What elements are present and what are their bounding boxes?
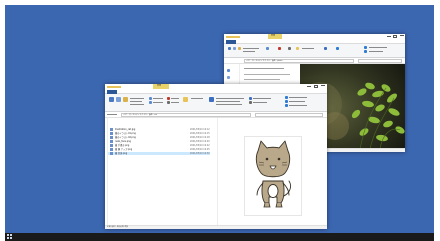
status-text: 6 個の項目 1 個の項目を選択 — [107, 227, 129, 228]
paste-icon[interactable] — [238, 47, 241, 50]
ribbon-group-organize — [149, 96, 207, 108]
image-file-icon — [110, 128, 113, 131]
rename-icon[interactable] — [167, 101, 170, 104]
pin-icon[interactable] — [228, 47, 231, 50]
rename-icon[interactable] — [288, 47, 291, 50]
star-icon[interactable] — [227, 69, 230, 72]
context-tab-manage[interactable]: 管理 — [153, 84, 169, 89]
file-date: 2021/05/10 10:25 — [190, 148, 210, 151]
search-field[interactable] — [255, 113, 323, 117]
select-none-icon[interactable] — [364, 50, 367, 53]
properties-icon[interactable] — [249, 97, 252, 100]
new-item-icon[interactable] — [209, 97, 214, 102]
delete-icon[interactable] — [278, 47, 281, 50]
close-button[interactable] — [321, 85, 325, 88]
ribbon-group-open — [324, 46, 354, 54]
ribbon-group-new — [209, 96, 247, 108]
file-list-back — [242, 66, 300, 86]
image-file-icon — [110, 148, 113, 151]
maximize-button[interactable] — [393, 35, 397, 38]
address-path: « PC › ローカルディスク (C:) › 画像 › photo — [246, 60, 283, 62]
taskbar — [5, 233, 434, 241]
file-name: 猫のイラスト01.png — [115, 132, 136, 135]
file-list: illustration_cat.jpg 2021/05/10 10:12 猫の… — [108, 128, 210, 168]
new-folder-icon[interactable] — [296, 47, 299, 50]
ribbon — [105, 94, 327, 112]
image-file-icon — [110, 152, 113, 155]
address-path: « PC › ローカルディスク (C:) › 画像 › cat — [123, 114, 158, 116]
file-name: illustration_cat.jpg — [115, 128, 136, 131]
window-title-icons — [226, 36, 240, 38]
ribbon-group-select — [285, 96, 325, 108]
windows-logo-icon — [7, 234, 9, 236]
paste-icon[interactable] — [123, 97, 128, 102]
minimize-button[interactable] — [387, 35, 391, 37]
select-none-icon[interactable] — [285, 100, 288, 103]
desktop-background: 管理 « PC › ローカルディスク (C:) › 画像 › photo 管理 … — [5, 5, 434, 233]
copy-to-icon[interactable] — [149, 101, 152, 104]
pc-icon[interactable] — [227, 76, 230, 79]
image-file-icon — [110, 140, 113, 143]
file-row[interactable]: neko_face.png 2021/05/10 10:20 — [108, 140, 210, 143]
file-date: 2021/05/10 10:18 — [190, 136, 210, 139]
ribbon-group-select — [364, 46, 400, 54]
context-tab-label: 管理 — [271, 35, 276, 37]
context-tab-manage[interactable]: 管理 — [268, 34, 282, 39]
file-date: 2021/05/10 10:22 — [190, 144, 210, 147]
ribbon-group-clipboard — [109, 96, 147, 108]
image-file-icon — [110, 144, 113, 147]
new-folder-icon[interactable] — [183, 97, 188, 102]
explorer-window-front[interactable]: 管理 « PC › ローカルディスク (C:) › 画像 › cat illus… — [105, 84, 327, 229]
file-name: 猫 全身.png — [115, 152, 128, 155]
ribbon-group-clipboard — [228, 46, 262, 54]
select-all-icon[interactable] — [285, 96, 288, 99]
file-row[interactable]: 猫 顔 アップ.png 2021/05/10 10:25 — [108, 148, 210, 151]
file-row[interactable]: 猫のイラスト02.png 2021/05/10 10:18 — [108, 136, 210, 139]
context-tab-label: 管理 — [157, 85, 162, 87]
ribbon-group-organize — [266, 46, 316, 54]
file-date: 2021/05/10 10:30 — [190, 152, 210, 155]
open-icon[interactable] — [336, 47, 339, 50]
image-file-icon — [110, 132, 113, 135]
maximize-button[interactable] — [314, 85, 318, 88]
nav-arrows[interactable] — [107, 114, 117, 115]
ribbon — [224, 44, 405, 58]
file-row[interactable]: 猫のイラスト01.png 2021/05/10 10:15 — [108, 132, 210, 135]
address-field[interactable]: « PC › ローカルディスク (C:) › 画像 › cat — [121, 113, 251, 117]
move-icon[interactable] — [266, 47, 269, 50]
invert-selection-icon[interactable] — [285, 104, 288, 107]
window-title-icons — [107, 86, 121, 88]
file-name: 猫 顔 アップ.png — [115, 148, 133, 151]
copy-icon[interactable] — [116, 97, 121, 102]
file-row[interactable]: illustration_cat.jpg 2021/05/10 10:12 — [108, 128, 210, 131]
select-all-icon[interactable] — [364, 46, 367, 49]
address-field[interactable]: « PC › ローカルディスク (C:) › 画像 › photo — [244, 59, 354, 63]
cat-image-preview — [244, 136, 302, 216]
minimize-button[interactable] — [307, 85, 311, 87]
cat-illustration — [255, 140, 292, 208]
copy-icon[interactable] — [233, 47, 236, 50]
start-button[interactable] — [7, 234, 13, 240]
file-row[interactable]: 猫 手書き.png 2021/05/10 10:22 — [108, 144, 210, 147]
file-name: 猫のイラスト02.png — [115, 136, 136, 139]
file-date: 2021/05/10 10:12 — [190, 128, 210, 131]
file-name: 猫 手書き.png — [115, 144, 130, 147]
close-button[interactable] — [400, 35, 404, 38]
image-file-icon — [110, 136, 113, 139]
file-date: 2021/05/10 10:20 — [190, 140, 210, 143]
delete-icon[interactable] — [167, 97, 170, 100]
search-field[interactable] — [358, 59, 402, 63]
file-row-selected[interactable]: 猫 全身.png 2021/05/10 10:30 — [108, 152, 210, 155]
file-date: 2021/05/10 10:15 — [190, 132, 210, 135]
edit-icon[interactable] — [249, 101, 252, 104]
status-bar: 6 個の項目 1 個の項目を選択 — [105, 225, 327, 229]
move-to-icon[interactable] — [149, 97, 152, 100]
pin-icon[interactable] — [109, 97, 114, 102]
preview-pane — [217, 118, 327, 225]
file-name: neko_face.png — [115, 140, 131, 143]
ribbon-group-open — [249, 96, 281, 108]
properties-icon[interactable] — [324, 47, 327, 50]
